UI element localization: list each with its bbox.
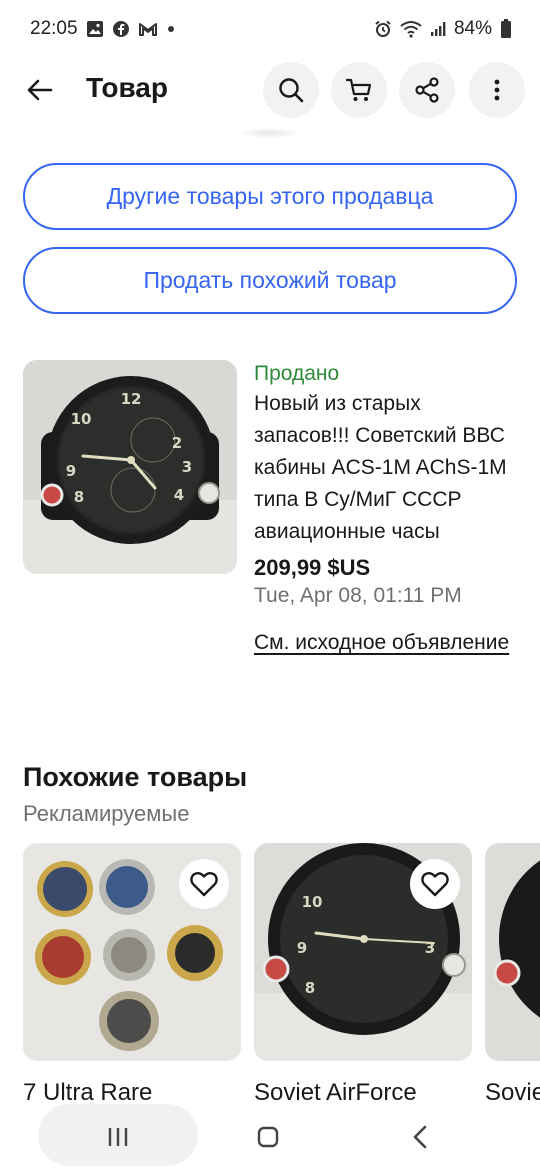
similar-items-title: Похожие товары <box>23 762 248 792</box>
heart-icon <box>190 871 218 897</box>
status-bar: 22:05 84% <box>0 0 540 58</box>
clock-num-2: 2 <box>172 434 182 452</box>
clock-num-8: 8 <box>74 488 84 506</box>
clock-num-3: 3 <box>182 458 192 476</box>
sell-similar-button[interactable]: Продать похожий товар <box>23 247 517 314</box>
similar-item-card[interactable]: Sovie <box>485 843 540 1107</box>
clock-image: 10 8 9 3 <box>254 843 472 1061</box>
original-listing-link[interactable]: См. исходное объявление <box>254 626 517 659</box>
search-icon <box>279 78 304 103</box>
item-price: 209,99 $US <box>254 555 371 580</box>
share-icon <box>415 77 439 103</box>
share-button[interactable] <box>399 62 455 118</box>
home-icon <box>257 1126 279 1148</box>
heart-icon <box>421 871 449 897</box>
clock-image-partial <box>485 843 540 1061</box>
dot-icon <box>166 24 176 34</box>
similar-item-title[interactable]: Sovie <box>485 1079 540 1107</box>
aviation-clock-image: 10 12 2 3 4 8 9 <box>23 360 237 574</box>
app-header: Товар <box>0 60 540 122</box>
sold-item-card[interactable]: 10 12 2 3 4 8 9 Продано Новый из старых … <box>23 360 517 740</box>
sponsored-label: Рекламируемые <box>23 801 190 826</box>
scroll-edge-shadow <box>240 128 300 138</box>
clock-num-9: 9 <box>66 462 76 480</box>
system-nav-bar <box>0 1104 540 1170</box>
sold-status: Продано <box>254 362 340 385</box>
partial-clock-picture <box>493 860 540 1018</box>
watch-button[interactable] <box>410 859 460 909</box>
similar-item-title[interactable]: 7 Ultra Rare <box>23 1079 241 1107</box>
back-nav-button[interactable] <box>400 1120 440 1154</box>
home-button[interactable] <box>248 1120 288 1154</box>
similar-item-title[interactable]: Soviet AirForce <box>254 1079 472 1107</box>
item-sold-date: Tue, Apr 08, 01:11 PM <box>254 584 462 607</box>
similar-item-card[interactable]: 7 Ultra Rare <box>23 843 241 1107</box>
clock2-num-10: 10 <box>302 893 323 911</box>
signal-icon <box>430 21 446 37</box>
more-button[interactable] <box>469 62 525 118</box>
search-button[interactable] <box>263 62 319 118</box>
recents-button[interactable] <box>98 1120 138 1154</box>
back-arrow-icon <box>27 79 53 101</box>
cart-button[interactable] <box>331 62 387 118</box>
cart-icon <box>345 78 372 101</box>
coins-image <box>23 843 241 1061</box>
gmail-icon <box>138 21 158 37</box>
wifi-icon <box>400 20 422 38</box>
status-right: 84% <box>374 18 512 40</box>
item-info: Продано Новый из старых запасов!!! Совет… <box>254 360 517 659</box>
more-vert-icon <box>494 79 500 101</box>
watch-button[interactable] <box>179 859 229 909</box>
clock2-num-9: 9 <box>297 939 307 957</box>
page-title: Товар <box>86 72 168 103</box>
clock-num-10: 10 <box>71 410 92 428</box>
status-time: 22:05 <box>30 18 78 39</box>
recents-icon <box>108 1128 128 1146</box>
clock-num-4: 4 <box>174 486 184 504</box>
similar-item-card[interactable]: 10 8 9 3 Soviet AirForce <box>254 843 472 1107</box>
clock-num-12: 12 <box>121 390 142 408</box>
back-button[interactable] <box>18 68 62 112</box>
similar-items-carousel[interactable]: 7 Ultra Rare 10 8 9 3 Soviet AirForce So… <box>23 843 540 1113</box>
alarm-icon <box>374 20 392 38</box>
item-thumbnail[interactable]: 10 12 2 3 4 8 9 <box>23 360 237 574</box>
clock2-num-8: 8 <box>305 979 315 997</box>
battery-percent: 84% <box>453 18 492 39</box>
facebook-icon <box>112 20 130 38</box>
battery-icon <box>500 19 512 39</box>
image-icon <box>86 20 104 38</box>
seller-items-button[interactable]: Другие товары этого продавца <box>23 163 517 230</box>
item-title[interactable]: Новый из старых запасов!!! Советский ВВС… <box>254 388 517 548</box>
back-nav-icon <box>413 1125 427 1149</box>
status-left: 22:05 <box>30 18 176 40</box>
